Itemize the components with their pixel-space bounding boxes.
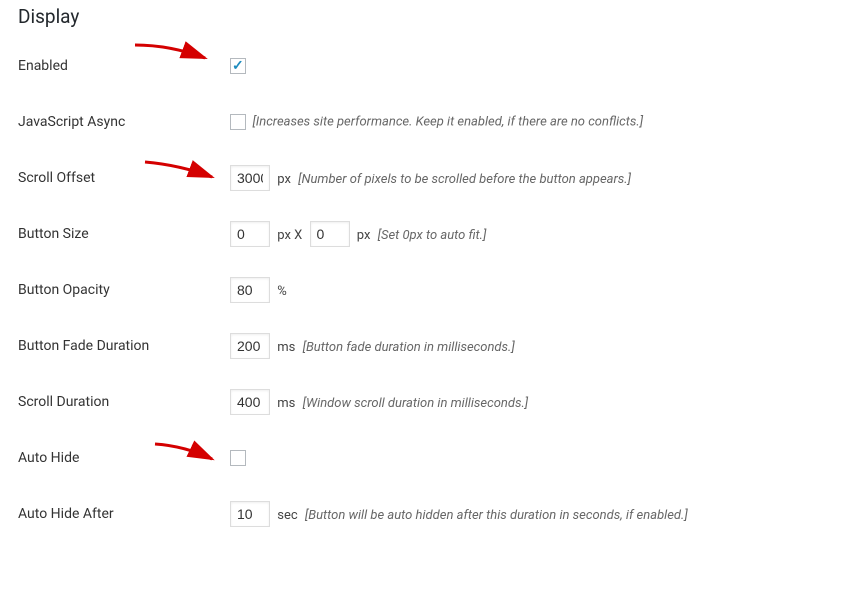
js-async-help: [Increases site performance. Keep it ena… xyxy=(252,114,643,129)
button-height-input[interactable] xyxy=(310,221,350,247)
label-button-opacity: Button Opacity xyxy=(0,262,220,318)
button-size-unit2: px xyxy=(357,228,371,243)
fade-duration-input[interactable] xyxy=(230,333,270,359)
row-scroll-duration: Scroll Duration ms [Window scroll durati… xyxy=(0,374,867,430)
scroll-duration-unit: ms xyxy=(277,396,295,411)
auto-hide-after-unit: sec xyxy=(277,508,297,523)
label-scroll-duration: Scroll Duration xyxy=(0,374,220,430)
page-title: Display xyxy=(0,0,867,38)
scroll-duration-input[interactable] xyxy=(230,389,270,415)
button-size-help: [Set 0px to auto fit.] xyxy=(378,228,487,243)
enabled-checkbox[interactable] xyxy=(230,58,246,74)
label-scroll-offset: Scroll Offset xyxy=(0,150,220,206)
auto-hide-after-input[interactable] xyxy=(230,501,270,527)
row-button-opacity: Button Opacity % xyxy=(0,262,867,318)
scroll-offset-help: [Number of pixels to be scrolled before … xyxy=(298,172,631,187)
js-async-checkbox[interactable] xyxy=(230,114,246,130)
row-auto-hide: Auto Hide xyxy=(0,430,867,486)
button-size-unit1: px X xyxy=(277,228,302,243)
button-opacity-unit: % xyxy=(277,284,287,299)
fade-duration-help: [Button fade duration in milliseconds.] xyxy=(303,340,515,355)
auto-hide-checkbox[interactable] xyxy=(230,450,246,466)
row-auto-hide-after: Auto Hide After sec [Button will be auto… xyxy=(0,486,867,542)
row-enabled: Enabled xyxy=(0,38,867,94)
scroll-offset-input[interactable] xyxy=(230,165,270,191)
row-scroll-offset: Scroll Offset px [Number of pixels to be… xyxy=(0,150,867,206)
row-js-async: JavaScript Async [Increases site perform… xyxy=(0,94,867,150)
row-fade-duration: Button Fade Duration ms [Button fade dur… xyxy=(0,318,867,374)
fade-duration-unit: ms xyxy=(277,340,295,355)
label-auto-hide-after: Auto Hide After xyxy=(0,486,220,542)
label-auto-hide: Auto Hide xyxy=(0,430,220,486)
row-button-size: Button Size px X px [Set 0px to auto fit… xyxy=(0,206,867,262)
scroll-duration-help: [Window scroll duration in milliseconds.… xyxy=(303,396,529,411)
label-fade-duration: Button Fade Duration xyxy=(0,318,220,374)
auto-hide-after-help: [Button will be auto hidden after this d… xyxy=(305,508,688,523)
settings-table: Enabled JavaScript Async [Increases site… xyxy=(0,38,867,542)
button-width-input[interactable] xyxy=(230,221,270,247)
label-button-size: Button Size xyxy=(0,206,220,262)
label-enabled: Enabled xyxy=(0,38,220,94)
scroll-offset-unit: px xyxy=(277,172,291,187)
label-js-async: JavaScript Async xyxy=(0,94,220,150)
button-opacity-input[interactable] xyxy=(230,277,270,303)
